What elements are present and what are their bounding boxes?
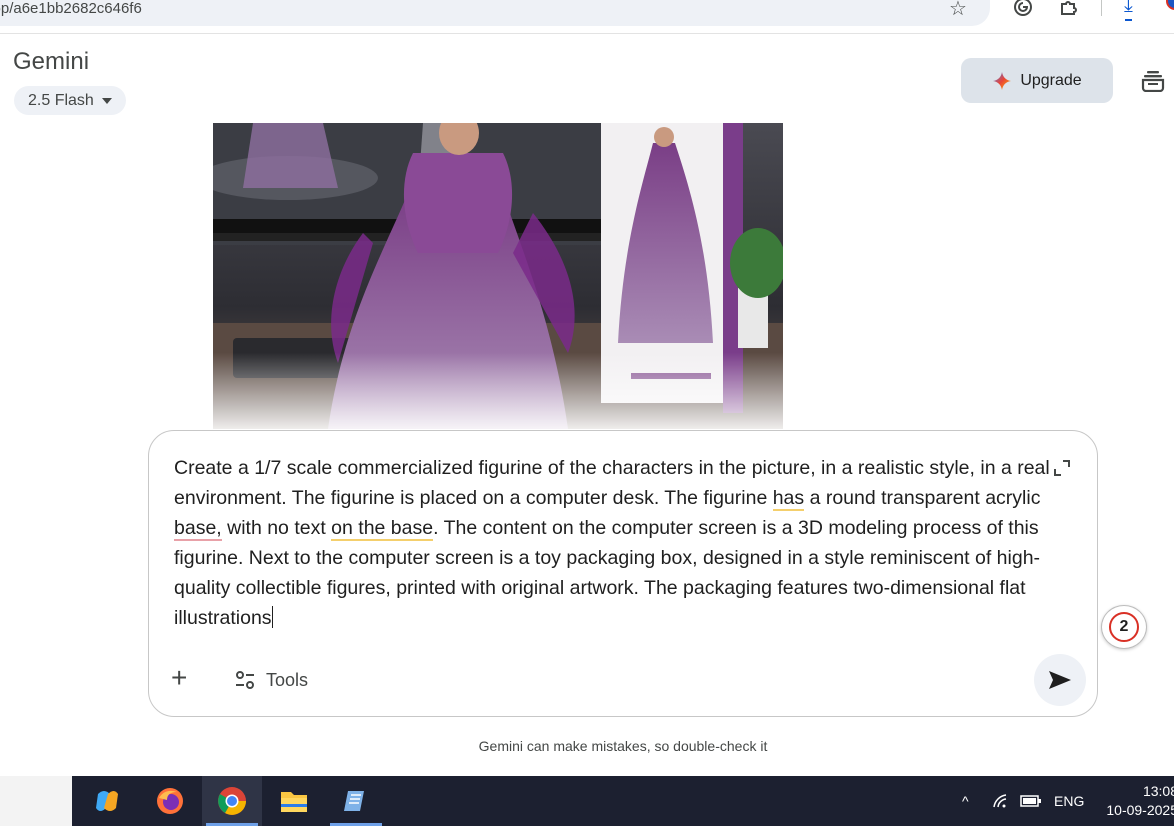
notepad-icon[interactable]	[326, 776, 386, 826]
uploaded-image[interactable]	[213, 123, 783, 429]
send-icon	[1049, 671, 1071, 689]
app-title: Gemini	[13, 48, 90, 75]
wifi-icon[interactable]	[992, 776, 1012, 826]
model-selector[interactable]: 2.5 Flash	[14, 86, 126, 115]
profile-avatar[interactable]	[1166, 0, 1174, 10]
tools-button[interactable]: Tools	[234, 669, 308, 691]
send-button[interactable]	[1034, 654, 1086, 706]
grammar-extension-badge[interactable]: 2	[1101, 605, 1147, 649]
spelling-suggestion-base[interactable]: base,	[174, 517, 222, 541]
prompt-text-2: a round transparent acrylic	[804, 487, 1041, 509]
model-selector-label: 2.5 Flash	[28, 91, 94, 109]
taskbar: ^ ENG 13:08 10-09-2025	[0, 776, 1174, 826]
address-bar[interactable]: /app/a6e1bb2682c646f6	[0, 0, 990, 26]
badge-count: 2	[1109, 612, 1139, 642]
chrome-icon[interactable]	[202, 776, 262, 826]
file-explorer-icon[interactable]	[264, 776, 324, 826]
prompt-composer[interactable]: Create a 1/7 scale commercialized figuri…	[148, 430, 1098, 717]
firefox-icon[interactable]	[140, 776, 200, 826]
upgrade-label: Upgrade	[1020, 71, 1082, 89]
clock-time: 13:08	[1142, 783, 1174, 799]
clock-date: 10-09-2025	[1106, 802, 1174, 818]
browser-toolbar: /app/a6e1bb2682c646f6 ☆ ⤓	[0, 0, 1174, 34]
text-cursor	[271, 606, 273, 628]
download-icon[interactable]: ⤓	[1124, 0, 1133, 21]
chevron-down-icon	[101, 97, 112, 104]
expand-icon[interactable]	[1053, 459, 1071, 477]
url-text: /app/a6e1bb2682c646f6	[0, 0, 142, 17]
sparkle-icon	[993, 71, 1012, 90]
toolbar-separator	[1101, 0, 1102, 16]
copilot-icon[interactable]	[77, 776, 137, 826]
grammar-suggestion-on-the-base[interactable]: on the base	[331, 517, 434, 541]
tools-icon	[236, 671, 254, 689]
tools-label: Tools	[266, 669, 309, 690]
language-indicator[interactable]: ENG	[1054, 776, 1084, 826]
search-box[interactable]	[0, 776, 72, 826]
add-attachment-button[interactable]: +	[171, 664, 187, 692]
prompt-input[interactable]: Create a 1/7 scale commercialized figuri…	[174, 453, 1054, 633]
toolbar-divider	[0, 33, 1174, 34]
extension-icon[interactable]	[1012, 0, 1034, 24]
tray-overflow-icon[interactable]: ^	[962, 776, 969, 826]
battery-icon[interactable]	[1020, 776, 1042, 826]
upgrade-button[interactable]: Upgrade	[961, 58, 1113, 103]
prompt-text-3: with no text	[221, 517, 332, 539]
stack-icon[interactable]	[1141, 70, 1165, 92]
disclaimer-text: Gemini can make mistakes, so double-chec…	[478, 738, 768, 754]
grammar-suggestion-has[interactable]: has	[772, 487, 805, 511]
star-icon[interactable]: ☆	[949, 0, 967, 21]
puzzle-icon[interactable]	[1058, 0, 1080, 24]
system-clock[interactable]: 13:08 10-09-2025	[1098, 782, 1174, 820]
